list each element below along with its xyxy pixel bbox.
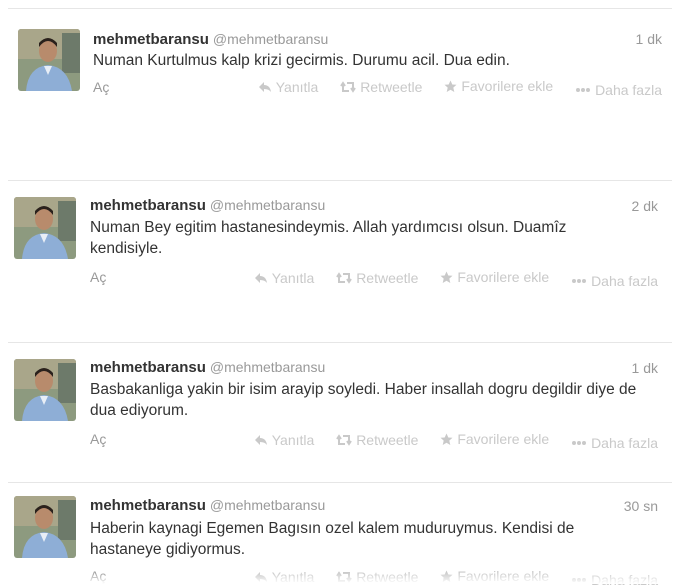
tweet-time[interactable]: 1 dk — [632, 360, 658, 376]
tweet-text: Haberin kaynagi Egemen Bagısın ozel kale… — [90, 520, 575, 558]
divider — [8, 482, 672, 483]
favorite-star-icon — [440, 433, 453, 445]
retweet-button[interactable]: Retweetle — [340, 79, 422, 95]
user-name[interactable]: mehmetbaransu @mehmetbaransu — [90, 197, 325, 214]
tweet-item[interactable]: mehmetbaransu @mehmetbaransu 1 dk Numan K… — [0, 0, 680, 180]
user-name[interactable]: mehmetbaransu @mehmetbaransu — [90, 497, 325, 514]
avatar[interactable] — [14, 197, 76, 259]
more-dots-icon — [572, 440, 587, 445]
user-handle[interactable]: @mehmetbaransu — [210, 359, 325, 375]
reply-button[interactable]: Yanıtla — [254, 432, 314, 448]
tweet-actions: Yanıtla Retweetle Favorilere ekle Daha f… — [258, 78, 662, 98]
tweet-item[interactable]: mehmetbaransu @mehmetbaransu 1 dk Basbaka… — [0, 342, 680, 482]
user-name[interactable]: mehmetbaransu @mehmetbaransu — [93, 31, 328, 48]
more-button[interactable]: Daha fazla — [571, 273, 658, 289]
retweet-icon — [336, 271, 353, 284]
favorite-star-icon — [440, 271, 453, 283]
bottom-fade — [0, 572, 680, 584]
retweet-button[interactable]: Retweetle — [336, 270, 418, 286]
divider — [8, 8, 672, 9]
retweet-button[interactable]: Retweetle — [336, 432, 418, 448]
tweet-item[interactable]: mehmetbaransu @mehmetbaransu 2 dk Numan B… — [0, 180, 680, 342]
favorite-button[interactable]: Favorilere ekle — [440, 269, 549, 285]
open-link[interactable]: Aç — [93, 79, 109, 95]
tweet-time[interactable]: 2 dk — [632, 198, 658, 214]
tweet-time[interactable]: 30 sn — [624, 498, 658, 514]
tweet-item[interactable]: mehmetbaransu @mehmetbaransu 30 sn Haberi… — [0, 482, 680, 588]
tweet-text: Numan Bey egitim hastanesindeymis. Allah… — [90, 219, 567, 257]
user-handle[interactable]: @mehmetbaransu — [210, 497, 325, 513]
open-link[interactable]: Aç — [90, 431, 106, 447]
user-handle[interactable]: @mehmetbaransu — [213, 31, 328, 47]
retweet-icon — [336, 433, 353, 446]
more-dots-icon — [572, 278, 587, 283]
reply-button[interactable]: Yanıtla — [254, 270, 314, 286]
more-dots-icon — [576, 87, 591, 92]
avatar[interactable] — [14, 496, 76, 558]
tweet-actions: Yanıtla Retweetle Favorilere ekle Daha f… — [254, 431, 658, 451]
more-button[interactable]: Daha fazla — [575, 82, 662, 98]
avatar[interactable] — [18, 29, 80, 91]
favorite-button[interactable]: Favorilere ekle — [444, 78, 553, 94]
open-link[interactable]: Aç — [90, 269, 106, 285]
tweet-actions: Yanıtla Retweetle Favorilere ekle Daha f… — [254, 269, 658, 289]
user-handle[interactable]: @mehmetbaransu — [210, 197, 325, 213]
divider — [8, 342, 672, 343]
avatar[interactable] — [14, 359, 76, 421]
tweet-text: Basbakanliga yakin bir isim arayip soyle… — [90, 381, 637, 419]
favorite-button[interactable]: Favorilere ekle — [440, 431, 549, 447]
more-button[interactable]: Daha fazla — [571, 435, 658, 451]
divider — [8, 180, 672, 181]
favorite-star-icon — [444, 80, 457, 92]
reply-button[interactable]: Yanıtla — [258, 79, 318, 95]
retweet-icon — [340, 80, 357, 93]
reply-icon — [254, 272, 267, 283]
user-name[interactable]: mehmetbaransu @mehmetbaransu — [90, 359, 325, 376]
reply-icon — [254, 434, 267, 445]
tweet-text: Numan Kurtulmus kalp krizi gecirmis. Dur… — [93, 52, 510, 69]
reply-icon — [258, 81, 271, 92]
tweet-time[interactable]: 1 dk — [636, 31, 662, 47]
